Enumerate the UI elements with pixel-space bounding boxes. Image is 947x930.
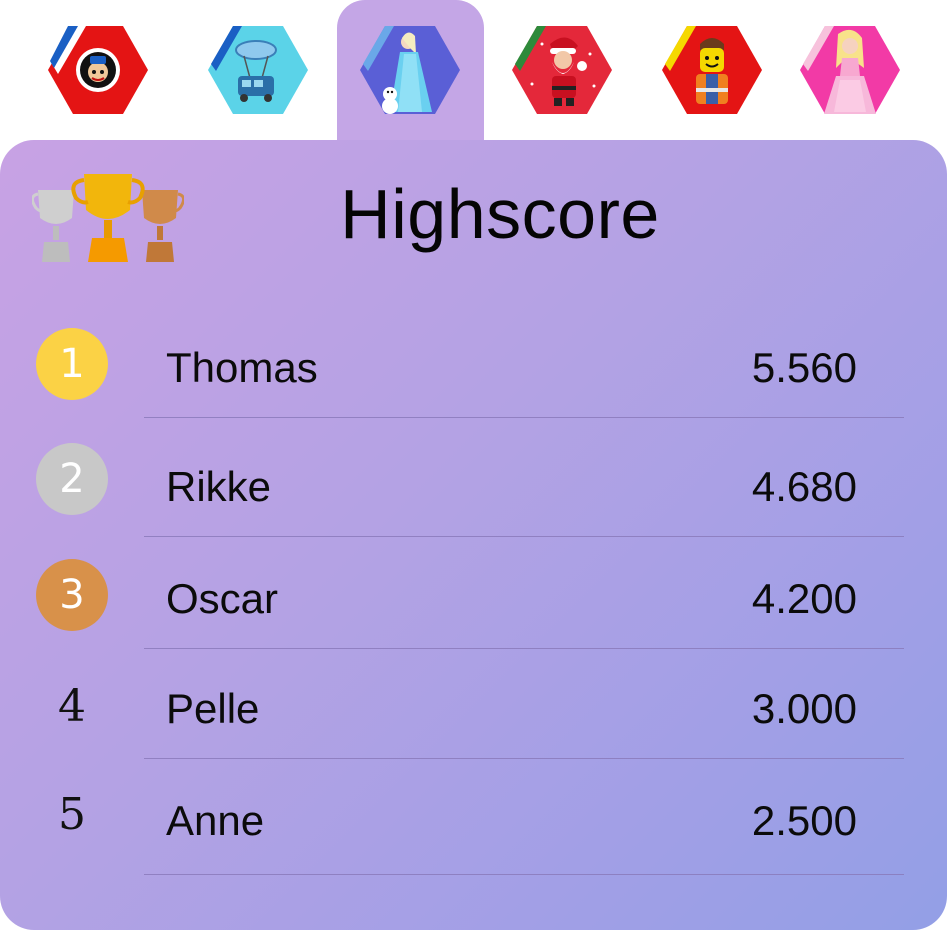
rank-number: 4 bbox=[58, 681, 86, 732]
score-row: 3 Oscar 4.200 bbox=[0, 549, 947, 659]
rank-number: 5 bbox=[58, 789, 86, 840]
player-name: Oscar bbox=[166, 575, 279, 622]
player-name: Rikke bbox=[166, 463, 272, 510]
page-title: Highscore bbox=[340, 175, 660, 253]
player-name: Pelle bbox=[166, 685, 260, 732]
trophies-icon bbox=[32, 174, 184, 262]
row-divider bbox=[144, 648, 904, 649]
battle-bus-icon bbox=[208, 26, 308, 114]
player-name: Anne bbox=[166, 797, 265, 844]
rank-number: 3 bbox=[59, 572, 85, 618]
bronze-medal-badge: 3 bbox=[36, 559, 108, 631]
player-score: 2.500 bbox=[751, 797, 857, 844]
tab-paw-patrol[interactable] bbox=[48, 24, 148, 116]
row-divider bbox=[144, 758, 904, 759]
rank-number: 1 bbox=[59, 341, 85, 387]
row-divider bbox=[144, 874, 904, 875]
gold-medal-badge: 1 bbox=[36, 328, 108, 400]
tab-christmas[interactable] bbox=[512, 24, 612, 116]
silver-medal-badge: 2 bbox=[36, 443, 108, 515]
tab-frozen[interactable] bbox=[360, 24, 460, 116]
tab-barbie[interactable] bbox=[800, 24, 900, 116]
row-divider bbox=[144, 417, 904, 418]
rank-number: 2 bbox=[59, 456, 85, 502]
barbie-doll-icon bbox=[800, 26, 900, 114]
score-row: 2 Rikke 4.680 bbox=[0, 437, 947, 547]
row-divider bbox=[144, 536, 904, 537]
elsa-olaf-icon bbox=[360, 26, 460, 114]
tab-fortnite[interactable] bbox=[208, 24, 308, 116]
highscore-panel: Highscore 1 Thomas 5.560 2 Rikke 4.680 3… bbox=[0, 140, 947, 930]
player-score: 5.560 bbox=[751, 344, 857, 391]
score-row: 5 Anne 2.500 bbox=[0, 771, 947, 881]
player-score: 4.200 bbox=[751, 575, 857, 622]
lego-minifigure-icon bbox=[662, 26, 762, 114]
score-row: 1 Thomas 5.560 bbox=[0, 318, 947, 428]
santa-claus-icon bbox=[512, 26, 612, 114]
theme-tab-bar bbox=[0, 0, 947, 170]
score-row: 4 Pelle 3.000 bbox=[0, 659, 947, 769]
player-score: 3.000 bbox=[751, 685, 857, 732]
mighty-pups-badge-icon bbox=[48, 26, 148, 114]
player-score: 4.680 bbox=[751, 463, 857, 510]
player-name: Thomas bbox=[166, 344, 318, 391]
tab-lego[interactable] bbox=[662, 24, 762, 116]
